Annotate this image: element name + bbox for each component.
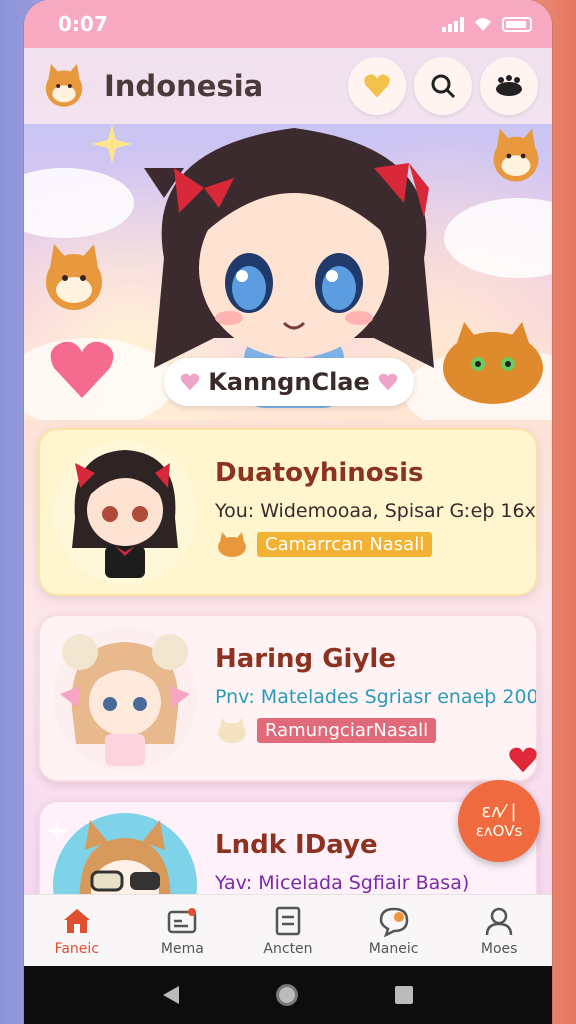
app-bar: Indonesia <box>24 48 552 124</box>
app-title: Indonesia <box>104 69 264 103</box>
heart-icon <box>364 74 390 98</box>
profile-icon <box>485 907 513 935</box>
search-button[interactable] <box>414 57 472 115</box>
nav-label: Ancten <box>263 940 313 957</box>
bottom-navigation: Faneic Mema Ancten Maneic Moes <box>24 894 552 966</box>
card-subtitle: Yav: Micelada Sgfiair Basa) <box>215 872 470 894</box>
character-avatar <box>53 441 197 585</box>
shiba-logo-icon <box>45 63 83 107</box>
status-bar: 0:07 <box>24 0 552 48</box>
system-navigation-bar <box>24 966 552 1024</box>
settings-button[interactable] <box>480 57 538 115</box>
character-card[interactable]: Haring Giyle Pnv: Matelades Sgriasr enae… <box>38 614 538 782</box>
cat-decoration <box>443 322 543 404</box>
sparkle-icon <box>46 820 68 842</box>
search-icon <box>431 74 456 99</box>
nav-item-home[interactable]: Faneic <box>24 895 130 966</box>
nav-label: Moes <box>480 940 518 957</box>
character-card[interactable]: Duatoyhinosis You: Widemooaa, Spisar Gːe… <box>38 428 538 596</box>
cat-icon <box>218 532 246 557</box>
floating-action-button[interactable]: ɛʌ⁄ | ɛʌOVs <box>458 780 540 862</box>
nav-item-document[interactable]: Ancten <box>235 895 341 966</box>
chat-icon <box>379 907 408 937</box>
character-name: KanngnClae <box>208 368 370 396</box>
phone-screen: 0:07 Indonesia KanngnClae Duatoyhinosis … <box>24 0 552 1024</box>
status-icons <box>442 16 532 32</box>
document-icon <box>275 906 301 935</box>
settings-icon <box>496 75 522 96</box>
card-title: Duatoyhinosis <box>215 458 424 488</box>
card-title: Lndk IDaye <box>215 830 378 860</box>
wifi-icon <box>475 18 491 31</box>
back-icon[interactable] <box>162 986 179 1004</box>
shiba-decoration <box>46 244 102 310</box>
cloud-decoration <box>24 168 134 238</box>
signal-icon <box>442 16 464 32</box>
favorite-button[interactable] <box>348 57 406 115</box>
nav-item-media[interactable]: Mema <box>130 895 236 966</box>
home-circle-icon[interactable] <box>275 984 298 1006</box>
nav-label: Faneic <box>54 940 99 957</box>
card-subtitle: Pnv: Matelades Sgriasr enaeþ 200: <box>215 686 538 708</box>
card-subtitle: You: Widemooaa, Spisar Gːeþ 16x: <box>215 500 538 522</box>
nav-item-profile[interactable]: Moes <box>446 895 552 966</box>
fab-label: ɛʌOVs <box>475 822 523 840</box>
recent-apps-icon[interactable] <box>395 986 414 1004</box>
hero-banner: Indonesia KanngnClae <box>24 48 552 438</box>
card-title: Haring Giyle <box>215 644 396 674</box>
status-time: 0:07 <box>58 12 108 36</box>
home-icon <box>63 908 90 933</box>
shiba-decoration <box>493 128 539 182</box>
card-badge: RamungciarNasall <box>257 717 437 743</box>
character-name-pill[interactable]: KanngnClae <box>164 358 414 406</box>
nav-label: Maneic <box>368 940 419 957</box>
character-list: Duatoyhinosis You: Widemooaa, Spisar Gːe… <box>24 420 552 894</box>
character-avatar <box>53 627 197 771</box>
card-badge-row: RamungciarNasall <box>215 716 437 744</box>
fab-icon-label: ɛʌ⁄ | <box>481 801 517 822</box>
battery-icon <box>502 16 532 32</box>
heart-icon <box>181 373 200 391</box>
cat-icon <box>218 718 246 743</box>
heart-decoration <box>50 341 114 398</box>
card-badge-row: Camarrcan Nasall <box>215 530 433 558</box>
heart-icon <box>378 373 397 391</box>
nav-label: Mema <box>160 940 204 957</box>
nav-item-chat[interactable]: Maneic <box>341 895 447 966</box>
media-icon <box>168 907 197 933</box>
heart-icon <box>509 747 537 773</box>
character-avatar <box>53 813 197 894</box>
card-badge: Camarrcan Nasall <box>257 531 433 557</box>
